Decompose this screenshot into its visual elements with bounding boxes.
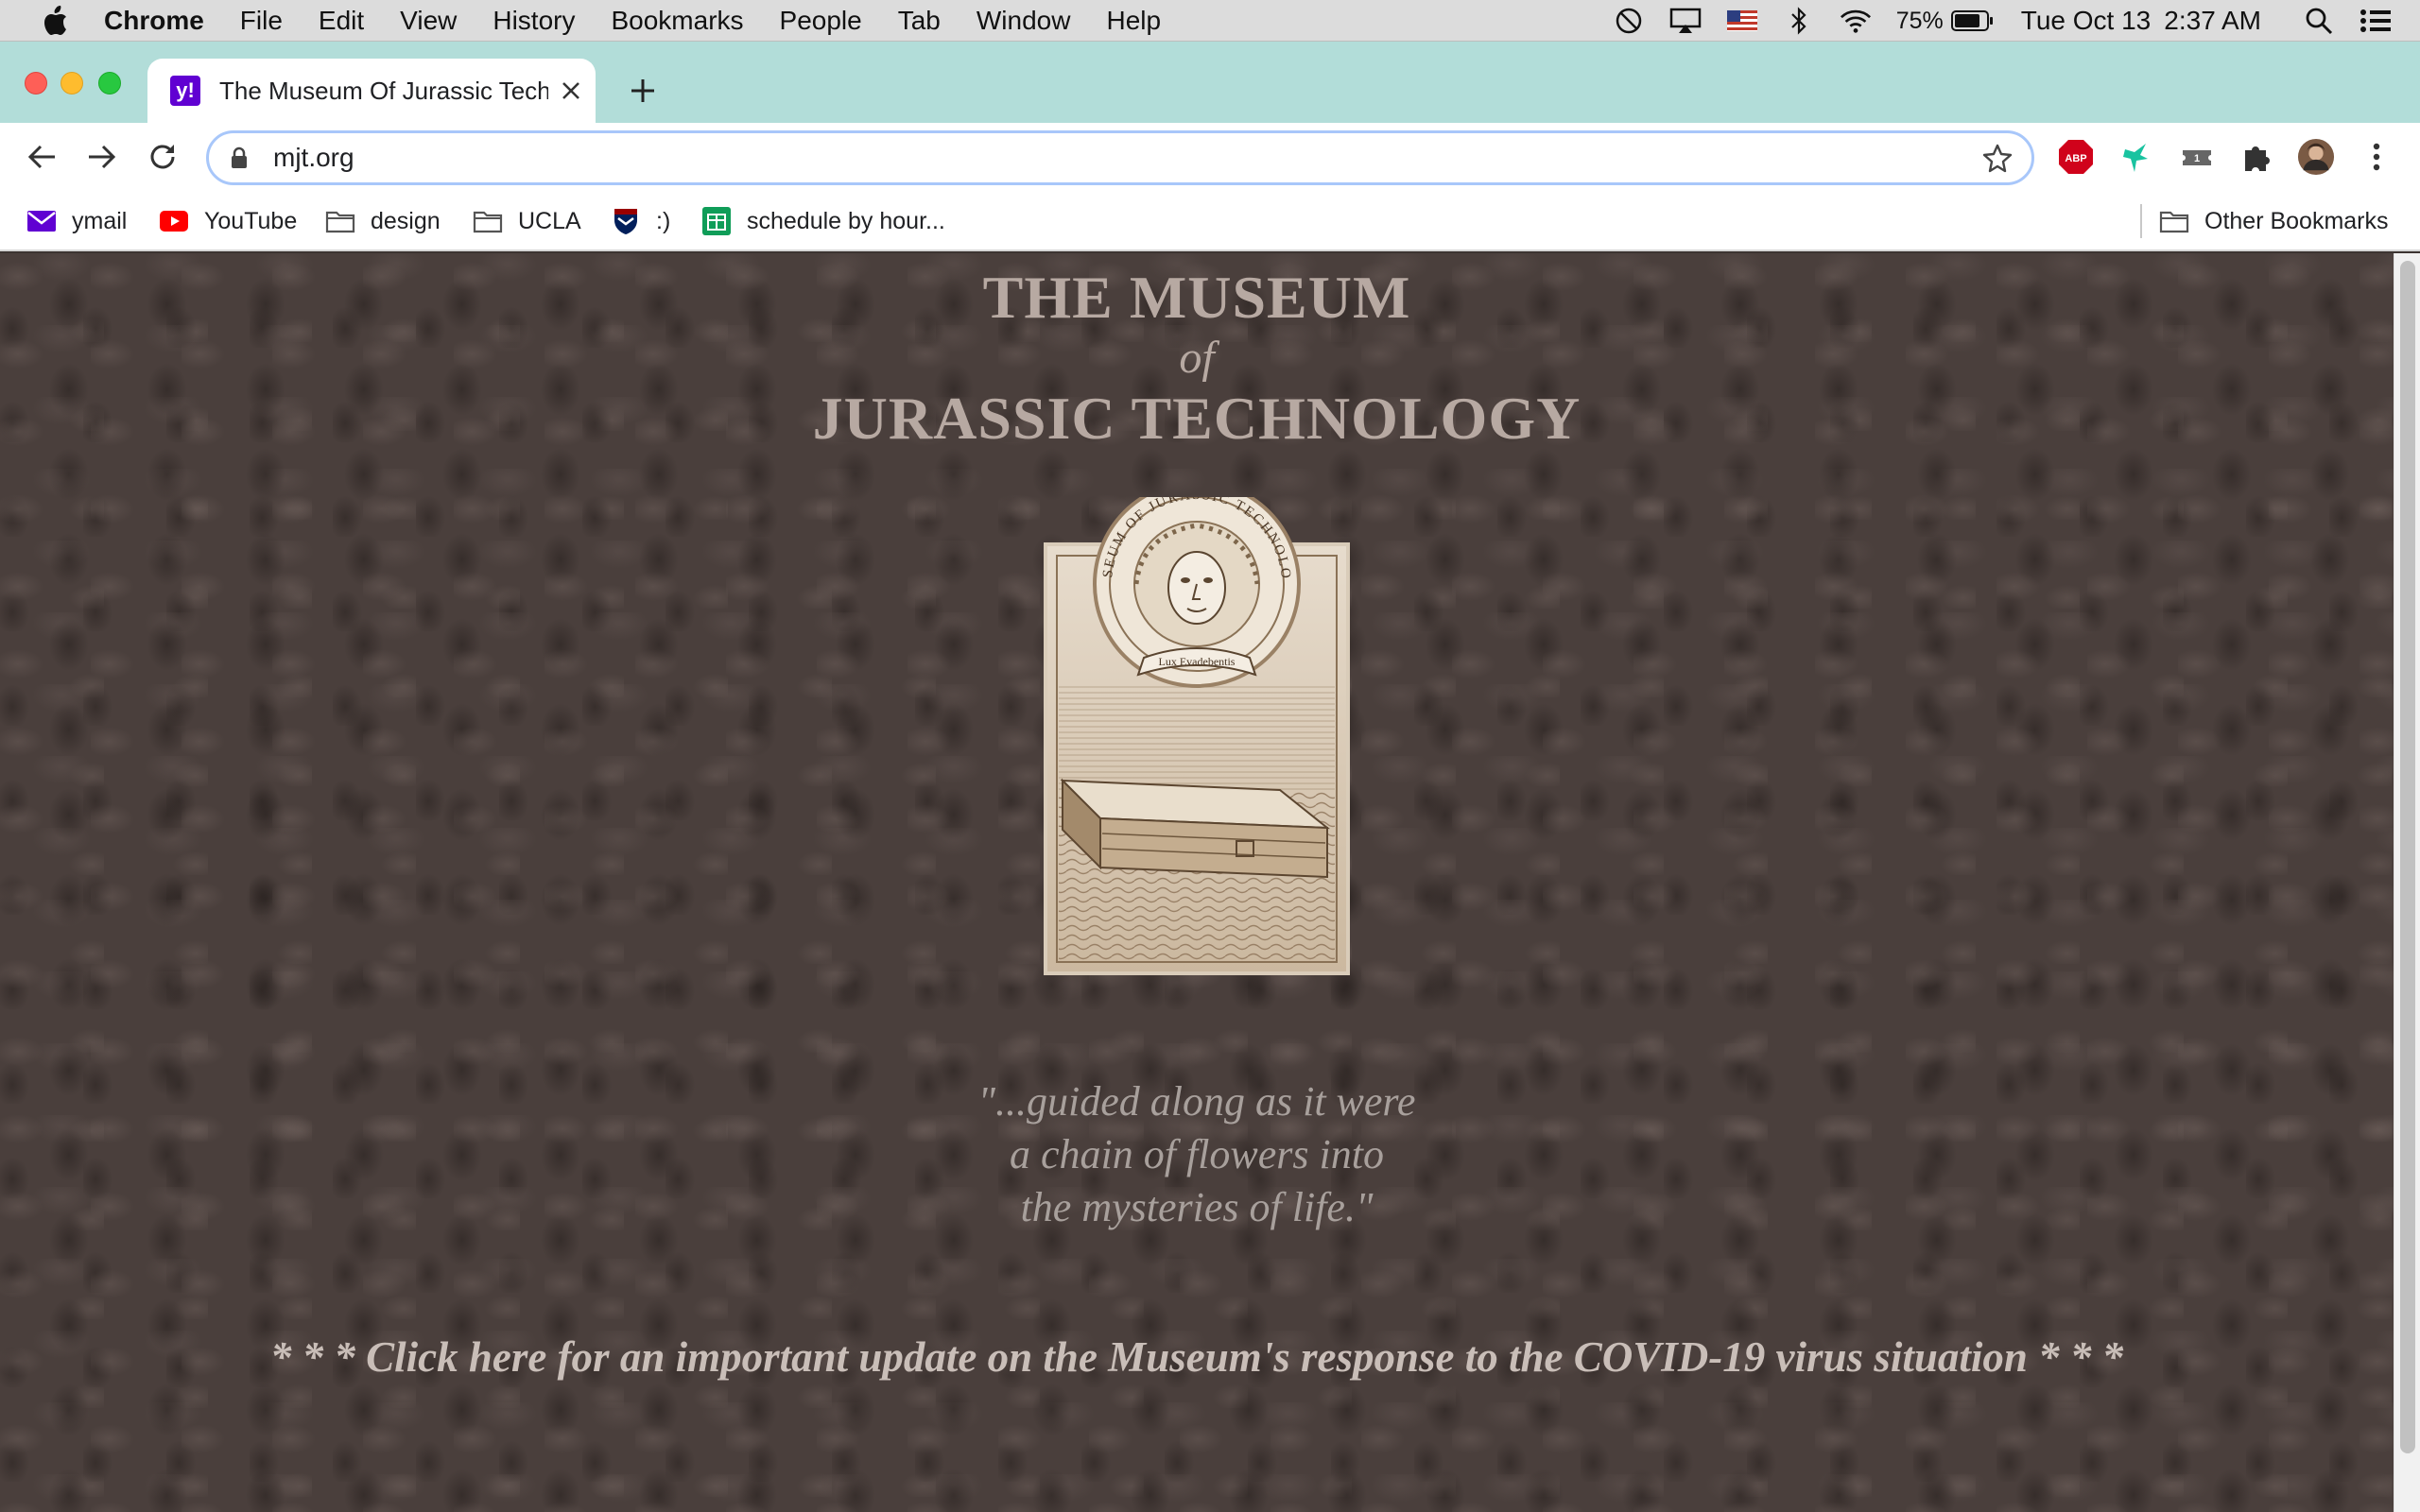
lock-icon[interactable] <box>226 145 252 171</box>
extensions-puzzle-icon[interactable] <box>2238 138 2276 176</box>
ticket-extension-icon[interactable]: 1 <box>2178 138 2216 176</box>
emblem-banner-text: Lux Evadebentis <box>1159 655 1236 668</box>
page-content: THE MUSEUM of JURASSIC TECHNOLOGY SEUM O… <box>0 253 2394 1512</box>
chrome-menu-icon[interactable] <box>2358 138 2395 176</box>
folder-icon <box>473 208 503 234</box>
menubar-time[interactable]: 2:37 AM <box>2164 6 2261 36</box>
bookmark-schedule[interactable]: schedule by hour... <box>701 200 945 242</box>
profile-avatar[interactable] <box>2297 138 2335 176</box>
title-line-museum: THE MUSEUM <box>982 264 1411 331</box>
yahoo-favicon-icon: y! <box>170 76 200 106</box>
menubar-status-area: 75% Tue Oct 13 2:37 AM <box>1588 0 2392 42</box>
menu-app-chrome[interactable]: Chrome <box>104 6 204 36</box>
quote-line-2: a chain of flowers into <box>1010 1131 1384 1177</box>
tab-title: The Museum Of Jurassic Techn <box>219 76 548 105</box>
tab-strip: y! The Museum Of Jurassic Techn <box>0 42 2420 123</box>
url-text[interactable]: mjt.org <box>273 143 1979 173</box>
airplay-icon[interactable] <box>1669 7 1702 35</box>
forward-arrow-icon[interactable] <box>83 138 121 176</box>
adblock-plus-icon[interactable]: ABP <box>2057 138 2095 176</box>
quote-line-3: the mysteries of life." <box>1020 1184 1374 1230</box>
menu-tab[interactable]: Tab <box>898 6 941 36</box>
new-tab-plus-icon[interactable] <box>624 72 662 110</box>
menu-file[interactable]: File <box>240 6 283 36</box>
battery-icon[interactable] <box>1950 7 1995 35</box>
macos-menu-bar: Chrome File Edit View History Bookmarks … <box>0 0 2420 42</box>
bookmark-label: :) <box>656 207 671 234</box>
address-bar[interactable]: mjt.org <box>206 130 2034 185</box>
svg-text:1: 1 <box>2194 153 2200 164</box>
covid-update-link[interactable]: * * * Click here for an important update… <box>0 1332 2394 1382</box>
bookmarks-divider <box>2140 204 2142 238</box>
window-minimize-button[interactable] <box>60 72 83 94</box>
page-scrollbar[interactable] <box>2394 253 2420 1512</box>
menu-history[interactable]: History <box>493 6 575 36</box>
menu-view[interactable]: View <box>400 6 457 36</box>
bookmark-label: ymail <box>72 207 128 234</box>
folder-icon <box>2159 208 2189 234</box>
museum-quote: "...guided along as it were a chain of f… <box>0 1075 2394 1234</box>
bookmark-smiley[interactable]: :) <box>611 200 670 242</box>
bookmarks-bar: ymail YouTube design UCLA :) schedule by… <box>0 191 2420 251</box>
grammar-extension-icon[interactable] <box>2118 138 2155 176</box>
bookmark-label: schedule by hour... <box>747 207 945 234</box>
bookmark-label: UCLA <box>518 207 581 234</box>
menu-people[interactable]: People <box>780 6 862 36</box>
bookmark-folder-ucla[interactable]: UCLA <box>473 200 581 242</box>
bookmark-label: Other Bookmarks <box>2204 207 2389 234</box>
bookmark-star-icon[interactable] <box>1979 139 2016 177</box>
scrollbar-thumb[interactable] <box>2400 261 2415 1453</box>
browser-toolbar: mjt.org ABP 1 <box>0 123 2420 191</box>
menu-bookmarks[interactable]: Bookmarks <box>611 6 743 36</box>
menu-help[interactable]: Help <box>1106 6 1161 36</box>
apple-icon[interactable] <box>38 4 72 38</box>
bookmark-folder-design[interactable]: design <box>325 200 441 242</box>
back-arrow-icon[interactable] <box>23 138 60 176</box>
youtube-icon <box>159 208 189 234</box>
reload-icon[interactable] <box>144 138 182 176</box>
title-line-of: of <box>1179 333 1215 383</box>
window-zoom-button[interactable] <box>98 72 121 94</box>
menu-edit[interactable]: Edit <box>319 6 364 36</box>
battery-percent: 75% <box>1895 7 1944 34</box>
folder-icon <box>325 208 355 234</box>
museum-title: THE MUSEUM of JURASSIC TECHNOLOGY <box>0 266 2394 450</box>
tab-active[interactable]: y! The Museum Of Jurassic Techn <box>147 59 596 123</box>
window-close-button[interactable] <box>25 72 47 94</box>
bookmark-youtube[interactable]: YouTube <box>159 200 297 242</box>
bookmark-other-bookmarks[interactable]: Other Bookmarks <box>2159 200 2389 242</box>
do-not-disturb-icon[interactable] <box>1613 7 1645 35</box>
title-line-jurassic-technology: JURASSIC TECHNOLOGY <box>812 385 1582 452</box>
spotlight-search-icon[interactable] <box>2303 7 2335 35</box>
tab-close-icon[interactable] <box>556 76 586 106</box>
notification-center-icon[interactable] <box>2360 7 2392 35</box>
menu-window[interactable]: Window <box>977 6 1071 36</box>
mail-icon <box>26 208 57 234</box>
quote-line-1: "...guided along as it were <box>977 1078 1416 1125</box>
menubar-date[interactable]: Tue Oct 13 <box>2021 6 2151 36</box>
wifi-icon[interactable] <box>1840 7 1872 35</box>
shield-icon <box>611 208 641 234</box>
bookmark-label: design <box>371 207 441 234</box>
us-flag-icon[interactable] <box>1726 7 1758 35</box>
bookmark-label: YouTube <box>204 207 298 234</box>
bluetooth-icon[interactable] <box>1783 7 1815 35</box>
bookmark-ymail[interactable]: ymail <box>26 200 127 242</box>
svg-text:ABP: ABP <box>2065 153 2086 164</box>
sheets-icon <box>701 207 732 235</box>
